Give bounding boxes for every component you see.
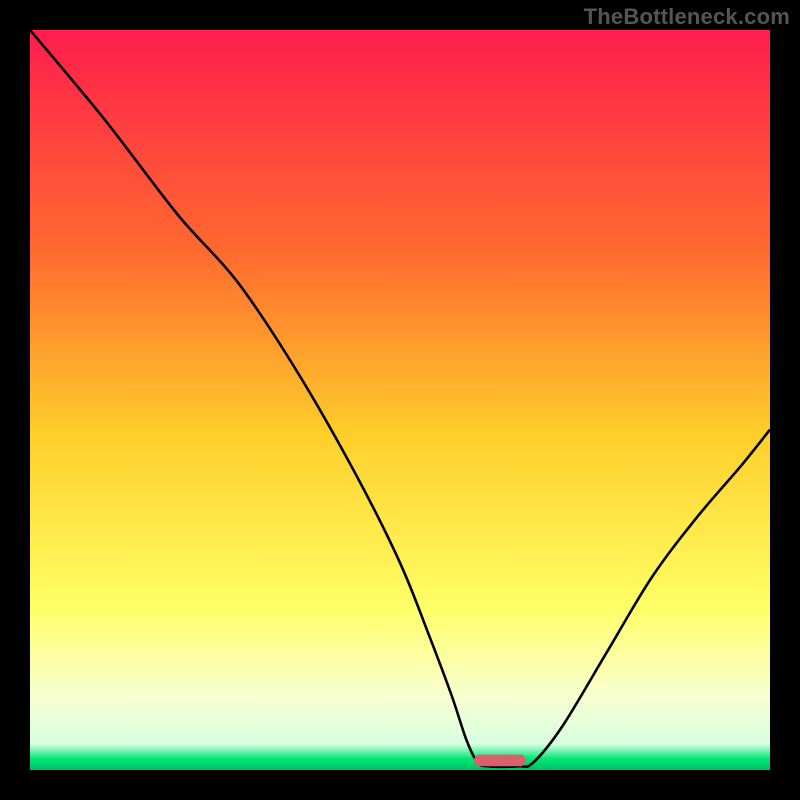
chart-frame: TheBottleneck.com [0, 0, 800, 800]
optimal-range-marker [474, 754, 526, 766]
watermark-label: TheBottleneck.com [584, 4, 790, 30]
gradient-background [30, 30, 770, 770]
plot-area [30, 30, 770, 770]
bottleneck-chart [30, 30, 770, 770]
